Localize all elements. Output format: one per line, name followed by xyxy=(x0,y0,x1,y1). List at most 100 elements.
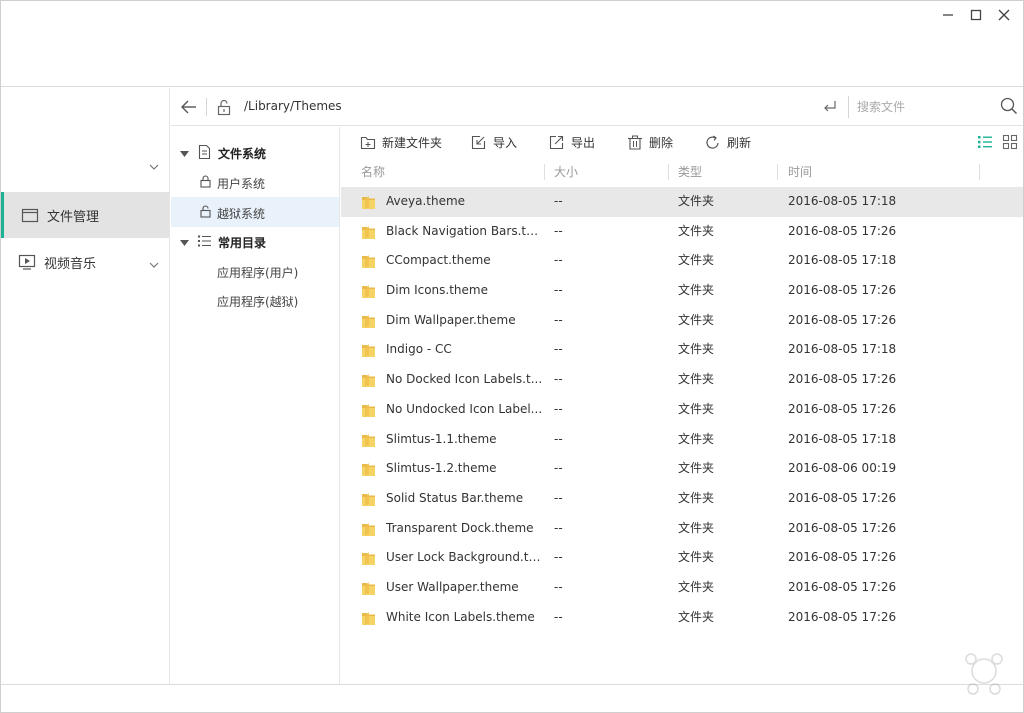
delete-label: 删除 xyxy=(649,135,674,150)
import-label: 导入 xyxy=(493,135,518,150)
file-name: Slimtus-1.1.theme xyxy=(386,431,497,446)
file-time: 2016-08-05 17:26 xyxy=(788,579,897,594)
search-input[interactable] xyxy=(857,97,997,117)
file-name: User Lock Background.th... xyxy=(386,550,544,565)
table-row[interactable]: No Docked Icon Labels.t... -- 文件夹 2016-08-0… xyxy=(341,365,1023,395)
table-row[interactable]: Slimtus-1.2.theme -- 文件夹 2016-08-06 00:19 xyxy=(341,454,1023,484)
back-arrow-icon[interactable] xyxy=(179,97,199,117)
table-row[interactable]: No Undocked Icon Label... -- 文件夹 2016-08-05… xyxy=(341,395,1023,425)
folder-icon xyxy=(361,342,376,358)
grid-view-icon[interactable] xyxy=(1002,134,1018,150)
folder-icon xyxy=(21,206,39,224)
file-name: Dim Wallpaper.theme xyxy=(386,312,516,327)
column-divider[interactable] xyxy=(668,164,669,180)
caret-down-icon[interactable] xyxy=(180,147,189,161)
table-row[interactable]: User Wallpaper.theme -- 文件夹 2016-08-05 17:2… xyxy=(341,573,1023,603)
file-type: 文件夹 xyxy=(678,520,715,535)
file-type: 文件夹 xyxy=(678,342,715,357)
file-name: User Wallpaper.theme xyxy=(386,579,519,594)
refresh-button[interactable]: 刷新 xyxy=(705,133,751,151)
table-row[interactable]: White Icon Labels.theme -- 文件夹 2016-08-05 1… xyxy=(341,603,1023,633)
file-name: Indigo - CC xyxy=(386,342,452,357)
tree-item-apps-user[interactable]: 应用程序(用户) xyxy=(171,256,339,286)
table-row[interactable]: CCompact.theme -- 文件夹 2016-08-05 17:18 xyxy=(341,246,1023,276)
file-size: -- xyxy=(554,431,563,446)
file-name: No Undocked Icon Label... xyxy=(386,401,543,416)
tree-item-apps-jailbreak[interactable]: 应用程序(越狱) xyxy=(171,285,339,315)
file-time: 2016-08-05 17:18 xyxy=(788,431,897,446)
tree-group-label: 文件系统 xyxy=(218,147,267,161)
caret-down-icon[interactable] xyxy=(180,236,189,250)
table-row[interactable]: Dim Wallpaper.theme -- 文件夹 2016-08-05 17:26 xyxy=(341,306,1023,336)
table-row[interactable]: Aveya.theme -- 文件夹 2016-08-05 17:18 xyxy=(341,187,1023,217)
document-icon xyxy=(198,144,211,163)
tree-group-common-dirs[interactable]: 常用目录 xyxy=(171,226,339,256)
current-path[interactable]: /Library/Themes xyxy=(244,99,342,113)
file-size: -- xyxy=(554,312,563,327)
folder-icon xyxy=(361,550,376,566)
column-header-size[interactable]: 大小 xyxy=(554,158,578,186)
file-type: 文件夹 xyxy=(678,550,715,565)
tree-group-filesystem[interactable]: 文件系统 xyxy=(171,137,339,167)
new-folder-label: 新建文件夹 xyxy=(382,135,443,150)
column-divider[interactable] xyxy=(777,164,778,180)
sidebar-item-video-music[interactable]: 视频音乐 xyxy=(1,239,170,285)
enter-icon[interactable] xyxy=(822,98,838,114)
folder-icon xyxy=(361,432,376,448)
file-size: -- xyxy=(554,461,563,476)
new-folder-button[interactable]: 新建文件夹 xyxy=(360,133,442,151)
folder-icon xyxy=(361,283,376,299)
unlock-icon xyxy=(200,205,211,221)
file-list: Aveya.theme -- 文件夹 2016-08-05 17:18 Black Na… xyxy=(341,187,1023,632)
file-type: 文件夹 xyxy=(678,579,715,594)
file-name: Solid Status Bar.theme xyxy=(386,490,524,505)
directory-tree: 文件系统 用户系统 越狱系统 常用目录 应用程序(用户) 应用程序(越狱) xyxy=(171,127,340,684)
file-time: 2016-08-05 17:18 xyxy=(788,253,897,268)
table-row[interactable]: Slimtus-1.1.theme -- 文件夹 2016-08-05 17:18 xyxy=(341,425,1023,455)
file-type: 文件夹 xyxy=(678,283,715,298)
column-divider[interactable] xyxy=(979,164,980,180)
file-time: 2016-08-05 17:26 xyxy=(788,372,897,387)
file-size: -- xyxy=(554,223,563,238)
folder-icon xyxy=(361,194,376,210)
export-button[interactable]: 导出 xyxy=(549,133,595,151)
file-time: 2016-08-05 17:26 xyxy=(788,312,897,327)
file-time: 2016-08-05 17:26 xyxy=(788,550,897,565)
chevron-down-icon[interactable] xyxy=(149,160,159,174)
column-header-name[interactable]: 名称 xyxy=(361,158,385,186)
import-button[interactable]: 导入 xyxy=(471,133,517,151)
table-row[interactable]: Dim Icons.theme -- 文件夹 2016-08-05 17:26 xyxy=(341,276,1023,306)
file-type: 文件夹 xyxy=(678,372,715,387)
folder-icon xyxy=(361,580,376,596)
sidebar-item-file-manager[interactable]: 文件管理 xyxy=(1,192,170,238)
list-view-icon[interactable] xyxy=(977,134,993,150)
sidebar: 文件管理 视频音乐 xyxy=(1,88,170,684)
table-row[interactable]: User Lock Background.th... -- 文件夹 2016-08-0… xyxy=(341,543,1023,573)
tree-item-label: 用户系统 xyxy=(217,177,266,191)
file-size: -- xyxy=(554,579,563,594)
folder-icon xyxy=(361,491,376,507)
chevron-down-icon[interactable] xyxy=(149,258,159,273)
refresh-icon xyxy=(706,135,719,149)
lock-icon xyxy=(200,175,211,191)
table-row[interactable]: Indigo - CC -- 文件夹 2016-08-05 17:18 xyxy=(341,335,1023,365)
search-icon[interactable] xyxy=(1000,97,1018,115)
table-row[interactable]: Black Navigation Bars.the... -- 文件夹 2016-08… xyxy=(341,217,1023,247)
file-type: 文件夹 xyxy=(678,401,715,416)
folder-icon xyxy=(361,402,376,418)
column-header-time[interactable]: 时间 xyxy=(788,158,812,186)
tree-item-user-system[interactable]: 用户系统 xyxy=(171,167,339,197)
column-divider[interactable] xyxy=(544,164,545,180)
delete-button[interactable]: 删除 xyxy=(627,133,673,151)
table-row[interactable]: Transparent Dock.theme -- 文件夹 2016-08-05 17… xyxy=(341,514,1023,544)
file-name: CCompact.theme xyxy=(386,253,491,268)
file-type: 文件夹 xyxy=(678,253,715,268)
file-time: 2016-08-05 17:26 xyxy=(788,609,897,624)
file-time: 2016-08-05 17:26 xyxy=(788,223,897,238)
tree-item-jailbreak-system[interactable]: 越狱系统 xyxy=(171,197,339,227)
table-row[interactable]: Solid Status Bar.theme -- 文件夹 2016-08-05 17… xyxy=(341,484,1023,514)
app-window: 文件管理 视频音乐 /Library/Themes 搜索文件 文件系统 用户系统… xyxy=(0,0,1024,713)
close-icon[interactable] xyxy=(987,5,1021,25)
column-header-type[interactable]: 类型 xyxy=(678,158,702,186)
video-icon xyxy=(18,253,36,271)
